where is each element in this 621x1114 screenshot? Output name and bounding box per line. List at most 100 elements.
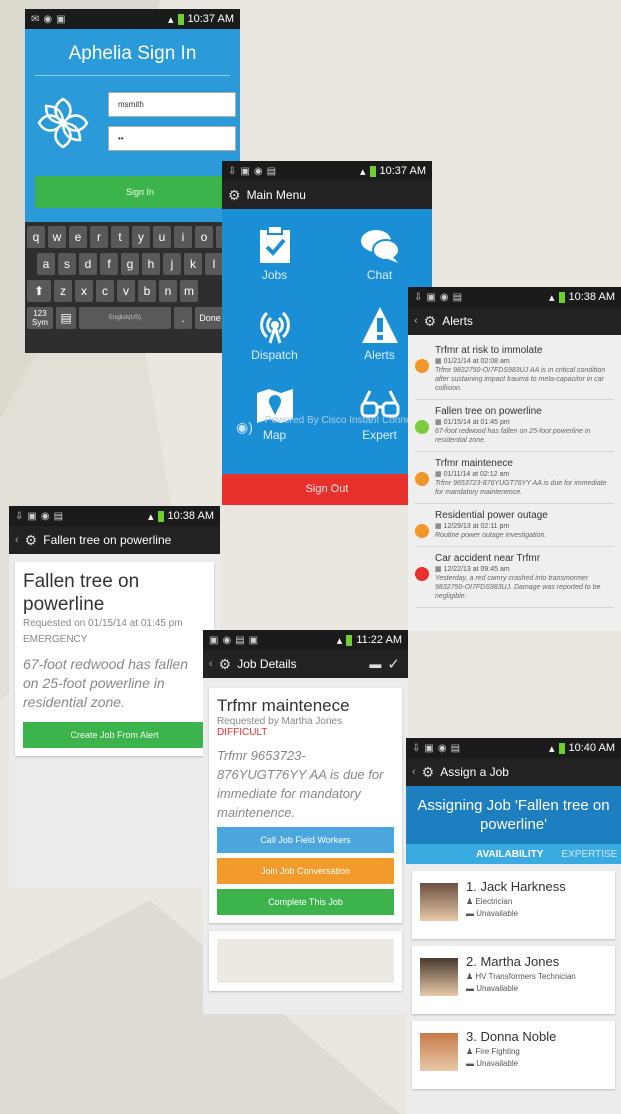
key-x[interactable]: x	[75, 280, 93, 302]
main-menu-screen: ⇩ ▣ ◉ ▤ ▴ 10:37 AM ⚙ Main Menu Jobs Chat Dis…	[222, 161, 432, 505]
create-job-button[interactable]: Create Job From Alert	[23, 722, 206, 748]
key-o[interactable]: o	[195, 226, 213, 248]
tab-availability[interactable]: AVAILABILITY	[476, 849, 543, 860]
list-item[interactable]: Fallen tree on powerline ▦ 01/15/14 at 01…	[415, 400, 614, 452]
key-n[interactable]: n	[159, 280, 177, 302]
done-key[interactable]: Done	[195, 307, 225, 329]
key-t[interactable]: t	[111, 226, 129, 248]
key-q[interactable]: q	[27, 226, 45, 248]
gear-icon[interactable]: ⚙	[25, 532, 38, 549]
requested-date: Requested on 01/15/14 at 01:45 pm	[23, 618, 183, 629]
back-icon[interactable]: ‹	[15, 534, 19, 546]
worker-name: 3. Donna Noble	[466, 1029, 557, 1044]
space-key[interactable]: English(US)	[79, 307, 171, 329]
clock: 11:22 AM	[356, 634, 402, 646]
alert-detail-screen: ⇩ ▣ ◉ ▤ ▴ 10:38 AM ‹ ⚙ Fallen tree on powerl…	[9, 506, 220, 888]
status-bar: ⇩ ▣ ◉ ▤ ▴ 10:38 AM	[408, 287, 621, 307]
key-v[interactable]: v	[117, 280, 135, 302]
key-d[interactable]: d	[79, 253, 97, 275]
list-item[interactable]: Trfmr at risk to immolate ▦ 01/21/14 at 0…	[415, 339, 614, 400]
screen-title: Assign a Job	[440, 765, 509, 779]
key-s[interactable]: s	[58, 253, 76, 275]
key-h[interactable]: h	[142, 253, 160, 275]
gear-icon[interactable]: ⚙	[422, 764, 435, 781]
key-u[interactable]: u	[153, 226, 171, 248]
alert-title: Fallen tree on powerline	[435, 406, 542, 417]
requested-by: Requested by Martha Jones	[217, 716, 343, 727]
key-i[interactable]: i	[174, 226, 192, 248]
checkmark-icon[interactable]: ✓	[387, 655, 408, 673]
complete-job-button[interactable]: Complete This Job	[217, 889, 394, 915]
worker-role: ♟ Fire Fighting	[466, 1047, 520, 1056]
gear-icon[interactable]: ⚙	[228, 187, 241, 204]
shift-key[interactable]: ⬆	[27, 280, 51, 302]
key-w[interactable]: w	[48, 226, 66, 248]
key-l[interactable]: l	[205, 253, 223, 275]
worker-status: ▬ Unavailable	[466, 1059, 519, 1068]
worker-role: ♟ HV Transformers Technician	[466, 972, 576, 981]
worker-card[interactable]: 3. Donna Noble ♟ Fire Fighting ▬ Unavailab…	[412, 1021, 615, 1089]
alert-date: ▦ 01/11/14 at 02:12 am	[435, 471, 510, 478]
powered-by-text: Powered By Cisco Instant Connect	[264, 415, 420, 426]
status-bar: ▣ ◉ ▤ ▣ ▴ 11:22 AM	[203, 630, 408, 650]
alert-description: Trfmr 9653723-876YUGT76YY AA is due for …	[435, 480, 607, 496]
menu-item-jobs[interactable]: Jobs	[222, 225, 327, 282]
key-z[interactable]: z	[54, 280, 72, 302]
key-e[interactable]: e	[69, 226, 87, 248]
worker-status: ▬ Unavailable	[466, 984, 519, 993]
difficulty-label: DIFFICULT	[217, 727, 268, 738]
worker-card[interactable]: 2. Martha Jones ♟ HV Transformers Technic…	[412, 946, 615, 1014]
action-bar: ‹ ⚙ Assign a Job	[406, 758, 621, 786]
worker-card[interactable]: 1. Jack Harkness ♟ Electrician ▬ Unavailab…	[412, 871, 615, 939]
warning-icon	[361, 307, 398, 343]
chat-icon[interactable]: ▬	[369, 657, 381, 671]
menu-item-chat[interactable]: Chat	[327, 225, 432, 282]
call-workers-button[interactable]: Call Job Field Workers	[217, 827, 394, 853]
back-icon[interactable]: ‹	[412, 766, 416, 778]
clipboard-check-icon	[259, 225, 290, 263]
menu-item-dispatch[interactable]: Dispatch	[222, 305, 327, 362]
list-item[interactable]: Car accident near Trfmr ▦ 12/22/13 at 09:…	[415, 547, 614, 608]
tab-expertise[interactable]: EXPERTISE	[561, 849, 617, 860]
menu-label: Jobs	[261, 268, 288, 282]
list-item[interactable]: Trfmr maintenece ▦ 01/11/14 at 02:12 am Tr…	[415, 452, 614, 504]
status-dot	[415, 524, 429, 538]
tab-bar: AVAILABILITY EXPERTISE	[406, 844, 621, 864]
key-c[interactable]: c	[96, 280, 114, 302]
key-r[interactable]: r	[90, 226, 108, 248]
key-a[interactable]: a	[37, 253, 55, 275]
alert-title: Fallen tree on powerline	[23, 571, 140, 615]
menu-label: Chat	[366, 268, 393, 282]
alert-description: 67-foot redwood has fallen on 25-foot po…	[23, 656, 188, 710]
key-b[interactable]: b	[138, 280, 156, 302]
status-dot	[415, 359, 429, 373]
clock: 10:37 AM	[379, 165, 426, 177]
screen-title: Alerts	[442, 314, 473, 328]
sign-in-button[interactable]: Sign In	[35, 176, 240, 208]
priority-label: EMERGENCY	[23, 634, 88, 645]
list-item[interactable]: Residential power outage ▦ 12/29/13 at 02…	[415, 504, 614, 547]
clipboard-key[interactable]: ▤	[56, 307, 76, 329]
screen-title: Main Menu	[246, 188, 306, 202]
key-g[interactable]: g	[121, 253, 139, 275]
gear-icon[interactable]: ⚙	[424, 313, 437, 330]
status-bar: ✉ ◉ ▣ ▴ 10:37 AM	[25, 9, 240, 29]
action-bar: ‹ ⚙ Job Details ▬ ✓	[203, 650, 408, 678]
key-j[interactable]: j	[163, 253, 181, 275]
gear-icon[interactable]: ⚙	[219, 656, 232, 673]
key-y[interactable]: y	[132, 226, 150, 248]
broadcast-icon	[259, 311, 290, 344]
back-icon[interactable]: ‹	[209, 658, 213, 670]
key-f[interactable]: f	[100, 253, 118, 275]
key-k[interactable]: k	[184, 253, 202, 275]
username-field[interactable]: msmith	[108, 92, 236, 117]
back-icon[interactable]: ‹	[414, 315, 418, 327]
password-field[interactable]: ••	[108, 126, 236, 151]
sym-key[interactable]: 123 Sym	[27, 307, 53, 329]
signin-screen: ✉ ◉ ▣ ▴ 10:37 AM Aphelia Sign In msmith •• …	[25, 9, 240, 353]
status-bar: ⇩ ▣ ◉ ▤ ▴ 10:38 AM	[9, 506, 220, 526]
key-m[interactable]: m	[180, 280, 198, 302]
join-conversation-button[interactable]: Join Job Conversation	[217, 858, 394, 884]
sign-out-button[interactable]: Sign Out	[222, 474, 432, 505]
period-key[interactable]: .	[174, 307, 192, 329]
